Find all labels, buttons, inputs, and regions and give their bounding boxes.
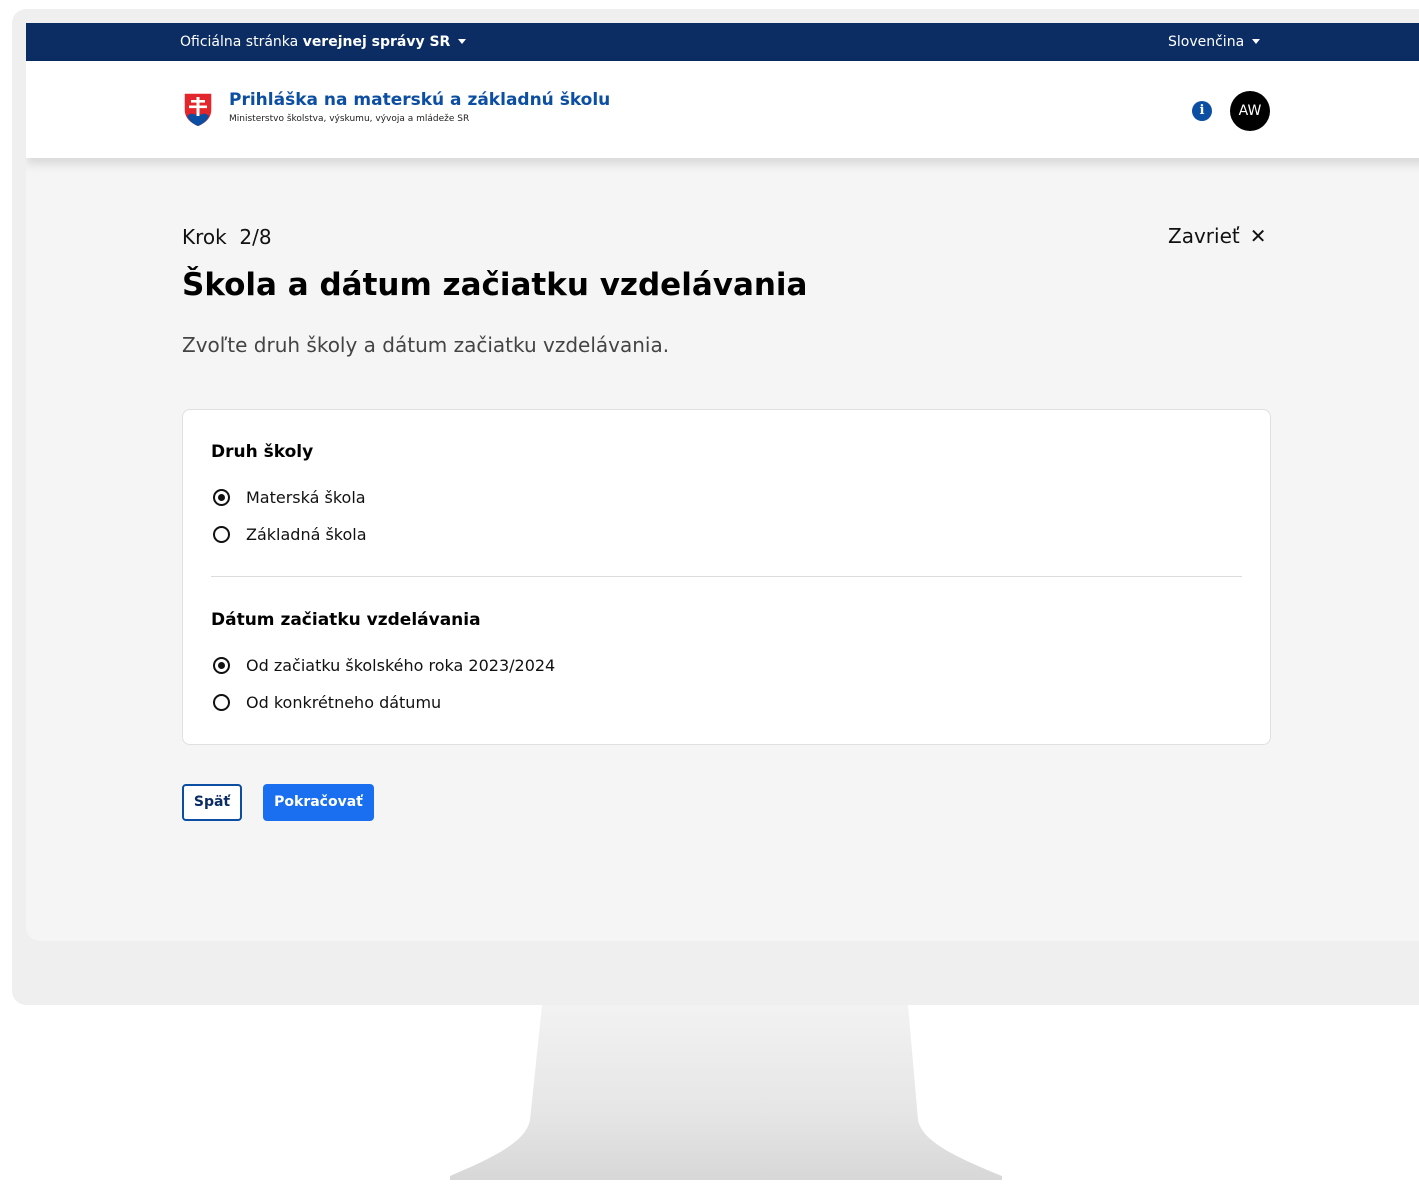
start-date-label: Dátum začiatku vzdelávania	[211, 610, 481, 630]
official-bold: verejnej správy SR	[302, 34, 451, 50]
app-subtitle: Ministerstvo školstva, výskumu, vývoja a…	[229, 114, 470, 124]
radio-start-school-year[interactable]: Od začiatku školského roka 2023/2024	[213, 654, 555, 676]
close-label: Zavrieť	[1168, 224, 1240, 248]
monitor-frame: Oficiálna stránka verejnej správy SR Slo…	[12, 9, 1419, 1005]
school-type-label: Druh školy	[211, 442, 314, 462]
back-button[interactable]: Späť	[182, 784, 242, 821]
page-title: Škola a dátum začiatku vzdelávania	[182, 267, 808, 303]
radio-unchecked-icon[interactable]	[213, 693, 230, 711]
close-button[interactable]: Zavrieť ✕	[1168, 224, 1266, 248]
form-card: Druh školy Materská škola Základná škola…	[182, 409, 1271, 745]
official-prefix: Oficiálna stránka	[180, 34, 303, 50]
close-icon: ✕	[1249, 224, 1267, 248]
radio-label: Od začiatku školského roka 2023/2024	[246, 655, 556, 675]
radio-checked-icon[interactable]	[213, 656, 230, 674]
continue-button[interactable]: Pokračovať	[263, 784, 374, 821]
language-selector[interactable]: Slovenčina	[1168, 23, 1261, 61]
radio-start-specific-date[interactable]: Od konkrétneho dátumu	[213, 691, 441, 713]
app-title[interactable]: Prihláška na materskú a základnú školu	[229, 90, 610, 110]
radio-label: Od konkrétneho dátumu	[246, 692, 442, 712]
step-indicator: Krok 2/8	[182, 225, 272, 249]
caret-down-icon	[458, 38, 467, 44]
radio-school-type-kindergarten[interactable]: Materská škola	[213, 486, 366, 508]
radio-school-type-elementary[interactable]: Základná škola	[213, 523, 367, 545]
gov-top-bar: Oficiálna stránka verejnej správy SR Slo…	[26, 23, 1419, 61]
slovak-coat-of-arms-icon	[183, 92, 213, 128]
user-avatar[interactable]: AW	[1230, 91, 1270, 131]
section-divider	[211, 576, 1242, 577]
official-site-dropdown[interactable]: Oficiálna stránka verejnej správy SR	[180, 23, 467, 61]
radio-checked-icon[interactable]	[213, 488, 230, 506]
caret-down-icon	[1252, 38, 1261, 44]
app-header: Prihláška na materskú a základnú školu M…	[26, 61, 1419, 158]
monitor-stand	[450, 1005, 1002, 1180]
info-icon[interactable]: i	[1192, 101, 1212, 121]
browser-screen: Oficiálna stránka verejnej správy SR Slo…	[26, 23, 1419, 941]
page-description: Zvoľte druh školy a dátum začiatku vzdel…	[182, 333, 670, 357]
radio-label: Základná škola	[246, 524, 367, 544]
radio-unchecked-icon[interactable]	[213, 525, 230, 543]
radio-label: Materská škola	[246, 487, 366, 507]
language-label: Slovenčina	[1168, 34, 1245, 50]
